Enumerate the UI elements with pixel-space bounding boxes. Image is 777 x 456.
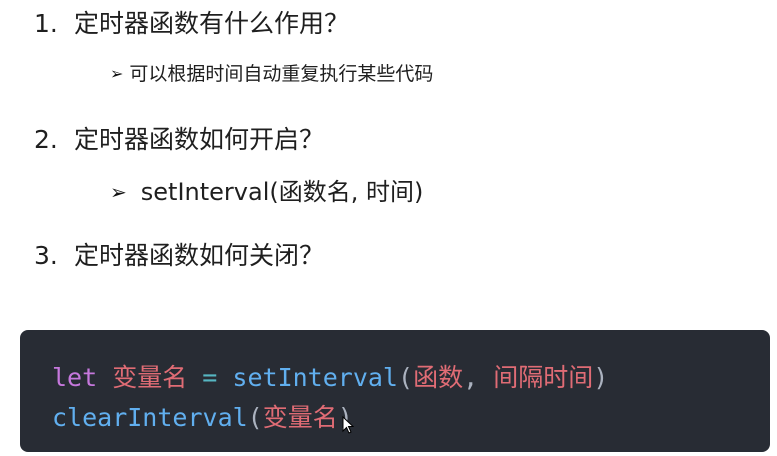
answer-1: ➢ 可以根据时间自动重复执行某些代码 [110, 60, 433, 88]
mouse-pointer-icon [342, 416, 354, 434]
code-paren: ) [593, 363, 609, 392]
question-3-text: 定时器函数如何关闭？ [74, 241, 325, 270]
code-arg: 函数 [413, 363, 464, 392]
code-comma: , [463, 363, 479, 392]
question-1-number: 1. [34, 9, 58, 38]
question-1-text: 定时器函数有什么作用？ [74, 9, 350, 38]
code-line-1: let 变量名 = setInterval(函数, 间隔时间) [52, 358, 770, 398]
question-2-text: 定时器函数如何开启？ [74, 125, 325, 154]
code-paren: ( [398, 363, 414, 392]
question-3-number: 3. [34, 241, 58, 270]
arrow-bullet-icon: ➢ [110, 180, 127, 204]
answer-2: ➢ setInterval(函数名, 时间) [110, 176, 423, 208]
answer-2-text: setInterval(函数名, 时间) [140, 178, 424, 206]
question-3: 3. 定时器函数如何关闭？ [34, 240, 324, 272]
code-paren: ( [247, 403, 263, 432]
answer-1-text: 可以根据时间自动重复执行某些代码 [129, 63, 434, 85]
code-function: setInterval [232, 363, 398, 392]
code-variable: 变量名 [112, 363, 188, 392]
code-line-2: clearInterval(变量名) [52, 398, 770, 438]
question-2: 2. 定时器函数如何开启？ [34, 124, 324, 156]
code-operator: = [202, 363, 218, 392]
code-arg: 变量名 [262, 403, 338, 432]
arrow-bullet-icon: ➢ [110, 64, 124, 83]
question-2-number: 2. [34, 125, 58, 154]
code-function: clearInterval [52, 403, 248, 432]
question-1: 1. 定时器函数有什么作用？ [34, 8, 349, 40]
code-arg: 间隔时间 [493, 363, 594, 392]
code-keyword: let [52, 363, 98, 392]
code-block: let 变量名 = setInterval(函数, 间隔时间) clearInte… [20, 330, 770, 452]
